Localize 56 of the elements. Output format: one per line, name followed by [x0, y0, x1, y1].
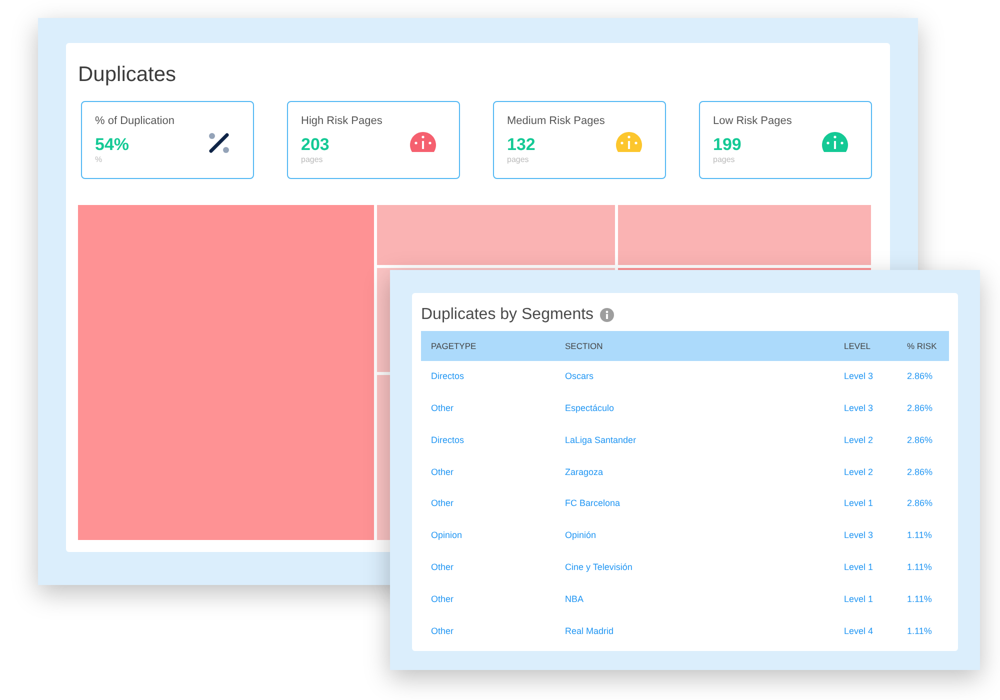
- table-cell-text: 2.86%: [907, 497, 934, 510]
- stat-unit: %: [95, 155, 104, 165]
- table-cell-text: Level 1: [844, 497, 874, 510]
- table-cell-text: Other: [431, 624, 455, 638]
- table-cell-text: NBA: [565, 592, 585, 606]
- table-cell-text: 2.86%: [907, 466, 934, 479]
- table-cell-text: Opinión: [565, 529, 598, 542]
- table-cell-text: Other: [431, 592, 455, 606]
- stat-value: 199: [713, 135, 742, 155]
- page-title: Duplicates: [78, 62, 178, 88]
- table-cell-text: Level 1: [844, 560, 874, 574]
- table-title: Duplicates by Segments: [421, 305, 594, 325]
- table-cell-text: Real Madrid: [565, 624, 615, 638]
- table-cell-text: 1.11%: [907, 592, 933, 606]
- table-cell-text: Espectáculo: [565, 402, 616, 415]
- table-cell-text: 1.11%: [907, 624, 933, 638]
- stat-label: High Risk Pages: [301, 114, 382, 128]
- column-header: SECTION: [565, 340, 604, 352]
- table-cell-text: 2.86%: [907, 434, 934, 447]
- table-cell-text: Other: [431, 497, 455, 510]
- table-cell-text: Level 3: [844, 402, 874, 415]
- table-cell-text: Zaragoza: [565, 466, 604, 479]
- percent-icon: [208, 132, 230, 154]
- stat-value: 132: [507, 135, 536, 155]
- stat-unit: pages: [507, 155, 530, 165]
- table-cell-text: Other: [431, 466, 455, 479]
- stat-value: 54%: [95, 135, 130, 155]
- stat-unit: pages: [713, 155, 736, 165]
- table-cell-text: Cine y Televisión: [565, 560, 634, 574]
- table-cell-text: 2.86%: [907, 402, 934, 415]
- table-cell-text: Opinion: [431, 529, 464, 542]
- column-header: LEVEL: [844, 340, 872, 352]
- table-cell-text: Directos: [431, 434, 466, 447]
- table-cell-text: Level 3: [844, 370, 874, 384]
- stat-label: Medium Risk Pages: [507, 114, 605, 128]
- stat-unit: pages: [301, 155, 324, 165]
- table-cell-text: Level 2: [844, 434, 874, 447]
- table-cell-text: Oscars: [565, 370, 595, 384]
- column-header: % RISK: [907, 340, 938, 352]
- table-cell-text: Other: [431, 560, 455, 574]
- table-cell-text: Level 3: [844, 529, 874, 542]
- table-cell-text: 2.86%: [907, 370, 934, 384]
- table-cell-text: FC Barcelona: [565, 497, 622, 510]
- table-cell-text: Level 1: [844, 592, 874, 606]
- table-cell-text: Directos: [431, 370, 466, 384]
- stat-label: Low Risk Pages: [713, 114, 792, 128]
- table-cell-text: Other: [431, 402, 455, 415]
- table-cell-text: LaLiga Santander: [565, 434, 638, 447]
- stat-value: 203: [301, 135, 330, 155]
- stat-label: % of Duplication: [95, 114, 174, 128]
- table-cell-text: 1.11%: [907, 529, 933, 542]
- info-icon[interactable]: [600, 308, 614, 322]
- table-cell-text: Level 4: [844, 624, 874, 638]
- table-cell-text: 1.11%: [907, 560, 933, 574]
- column-header: PAGETYPE: [431, 340, 478, 352]
- table-cell-text: Level 2: [844, 466, 874, 479]
